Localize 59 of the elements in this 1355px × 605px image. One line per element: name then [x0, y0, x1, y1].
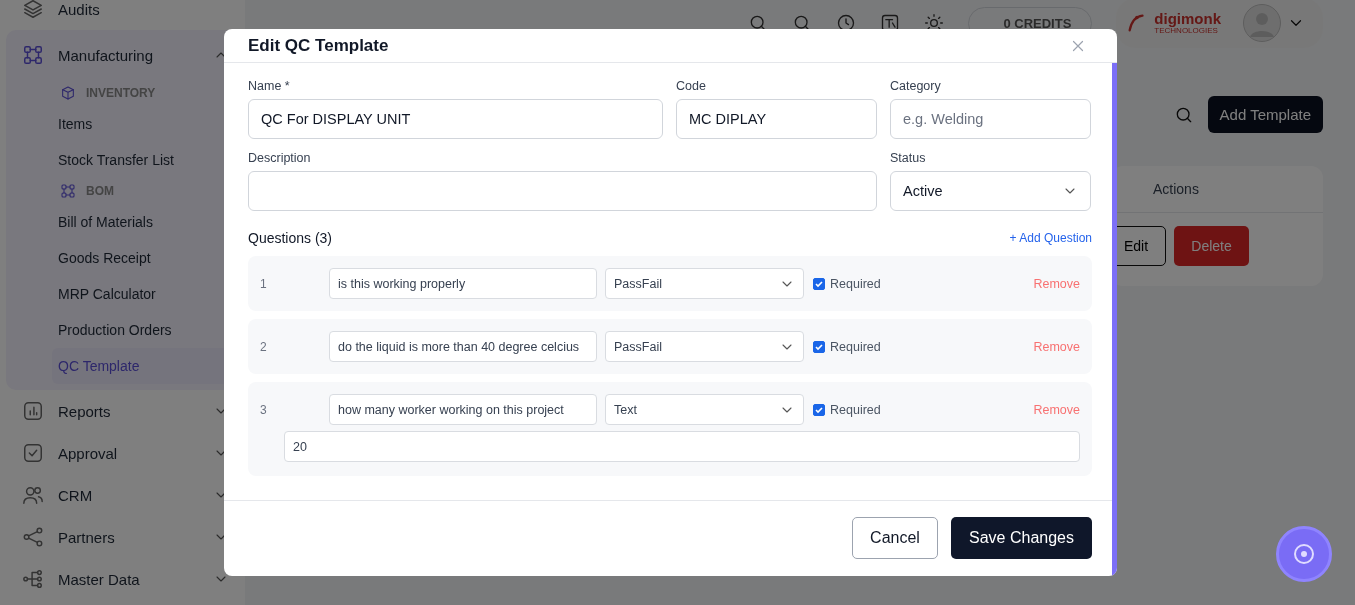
save-button[interactable]: Save Changes [951, 517, 1092, 559]
layers-icon [22, 0, 44, 20]
check-icon [814, 404, 824, 415]
type-dropdown[interactable]: PassFail [605, 331, 804, 362]
sidebar-item[interactable]: CRM [22, 474, 229, 516]
question-number: 3 [260, 402, 268, 417]
section-heading: INVENTORY [86, 86, 156, 100]
check-icon [814, 278, 824, 289]
users-icon [22, 484, 44, 506]
remove-link[interactable]: Remove [1033, 402, 1080, 417]
modal-title: Edit QC Template [248, 35, 389, 56]
field-label: Name * [248, 79, 291, 93]
check-icon [814, 341, 824, 352]
grid-nodes-icon [22, 44, 44, 66]
logo-tagline: TECHNOLOGIES [1154, 26, 1218, 35]
sidebar-item[interactable]: Audits [22, 0, 229, 30]
cancel-button[interactable]: Cancel [852, 517, 938, 559]
field-label: Status [890, 151, 927, 165]
hierarchy-icon [22, 568, 44, 590]
question-field[interactable]: do the liquid is more than 40 degree celcius [329, 331, 597, 362]
check-square-icon [22, 442, 44, 464]
status-dropdown[interactable]: Active [890, 171, 1091, 211]
name-field[interactable]: QC For DISPLAY UNIT [248, 99, 663, 139]
type-dropdown[interactable]: Text [605, 394, 804, 425]
column-header: Actions [1153, 181, 1199, 197]
question-field[interactable]: is this working properly [329, 268, 597, 299]
bar-chart-icon [22, 400, 44, 422]
remove-link[interactable]: Remove [1033, 276, 1080, 291]
sidebar-item[interactable]: Master Data [22, 558, 229, 600]
question-number: 2 [260, 339, 268, 354]
code-field[interactable]: MC DIPLAY [676, 99, 877, 139]
required-checkbox[interactable]: Required [813, 402, 881, 417]
assistant-button[interactable] [1276, 526, 1332, 582]
grid-nodes-icon [60, 183, 76, 199]
sidebar-item[interactable]: Reports [22, 390, 229, 432]
field-label: Code [676, 79, 707, 93]
share-icon [22, 526, 44, 548]
sidebar-item[interactable]: Manufacturing [22, 30, 229, 80]
section-heading: BOM [86, 184, 114, 198]
field-label: Category [890, 79, 942, 93]
answer-field[interactable]: 20 [284, 431, 1080, 462]
question-field[interactable]: how many worker working on this project [329, 394, 597, 425]
add-question-link[interactable]: + Add Question [1009, 231, 1092, 245]
box-icon [60, 85, 76, 101]
field-label: Description [248, 151, 312, 165]
avatar[interactable] [1243, 4, 1281, 42]
type-dropdown[interactable]: PassFail [605, 268, 804, 299]
required-checkbox[interactable]: Required [813, 339, 881, 354]
add-template-button[interactable]: Add Template [1207, 96, 1323, 133]
delete-button[interactable]: Delete [1174, 226, 1249, 266]
scrollbar[interactable] [1112, 63, 1117, 576]
sidebar-item[interactable]: Approval [22, 432, 229, 474]
question-number: 1 [260, 276, 268, 291]
description-field[interactable] [248, 171, 877, 211]
remove-link[interactable]: Remove [1033, 339, 1080, 354]
required-checkbox[interactable]: Required [813, 276, 881, 291]
section-title: Questions (3) [248, 230, 333, 246]
logo-name: digimonk [1154, 11, 1221, 26]
category-field[interactable]: e.g. Welding [890, 99, 1091, 139]
